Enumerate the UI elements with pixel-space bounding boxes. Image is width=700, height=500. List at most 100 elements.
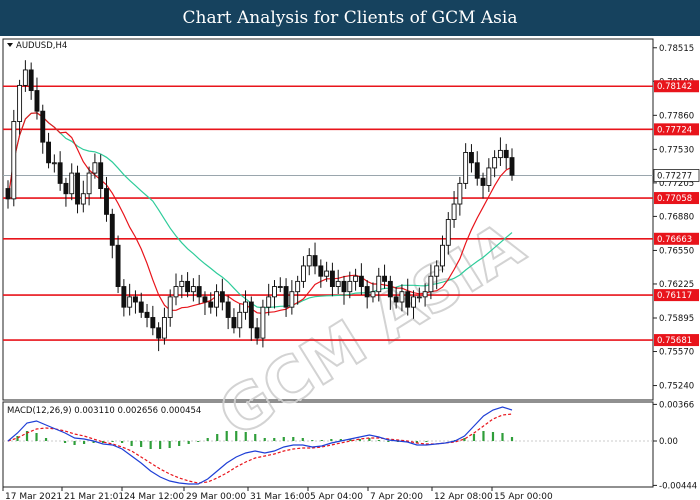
candle-body xyxy=(509,157,515,176)
candle-body xyxy=(144,311,150,318)
level-label: 0.77058 xyxy=(657,194,692,204)
level-label: 0.76117 xyxy=(657,291,692,301)
candle-body xyxy=(376,275,382,293)
level-label: 0.78142 xyxy=(657,82,692,92)
candle-body xyxy=(179,280,185,287)
candle-body xyxy=(335,280,341,287)
candle-body xyxy=(358,275,364,287)
candle-body xyxy=(185,280,191,293)
candle-body xyxy=(104,188,109,215)
candle-body xyxy=(341,280,347,293)
candle-body xyxy=(173,286,179,298)
candle-body xyxy=(57,162,63,184)
candle-body xyxy=(306,255,312,267)
candle-body xyxy=(80,193,86,205)
candle-body xyxy=(468,152,474,164)
time-tick-label: 21 Mar 21:01 xyxy=(64,492,124,500)
candle-body xyxy=(28,69,34,92)
candle-body xyxy=(46,141,52,164)
candle-body xyxy=(11,121,17,200)
candle-body xyxy=(277,286,283,288)
candle-body xyxy=(98,162,104,190)
candle-body xyxy=(272,286,277,298)
candle-body xyxy=(434,265,440,277)
candle-body xyxy=(266,296,272,308)
candle-body xyxy=(231,317,237,329)
time-tick-label: 29 Mar 00:00 xyxy=(186,492,246,500)
candle-body xyxy=(445,219,451,246)
time-tick-label: 31 Mar 16:00 xyxy=(250,492,310,500)
candle-body xyxy=(5,188,11,200)
candle-body xyxy=(497,149,503,159)
candle-body xyxy=(156,327,162,339)
candle-body xyxy=(283,286,289,308)
candle-body xyxy=(353,275,359,282)
candle-body xyxy=(225,301,231,318)
candle-body xyxy=(243,301,248,313)
candle-body xyxy=(411,296,416,308)
candle-body xyxy=(329,270,335,287)
candle-body xyxy=(196,286,202,298)
price-tick-label: 0.76880 xyxy=(659,212,694,222)
macd-tick-label: -0.00444 xyxy=(659,481,697,491)
candle-body xyxy=(51,162,57,165)
level-label: 0.76663 xyxy=(657,235,692,245)
candle-body xyxy=(115,244,121,287)
candle-body xyxy=(300,265,306,282)
candle-body xyxy=(492,157,498,169)
candle-body xyxy=(480,177,486,186)
time-tick-label: 17 Mar 2021 xyxy=(5,492,62,500)
time-tick-label: 7 Apr 20:00 xyxy=(370,492,423,500)
candle-body xyxy=(138,301,144,313)
candle-body xyxy=(428,275,434,293)
candle-body xyxy=(254,327,260,339)
candle-body xyxy=(190,286,196,293)
candle-body xyxy=(40,110,46,143)
level-label: 0.77724 xyxy=(657,125,692,135)
level-label: 0.75681 xyxy=(657,336,692,346)
candle-body xyxy=(405,291,411,308)
candle-body xyxy=(370,291,376,298)
price-tick-label: 0.76550 xyxy=(659,246,694,256)
candle-body xyxy=(312,255,318,267)
candle-body xyxy=(17,84,23,122)
candle-body xyxy=(393,296,399,303)
candle-body xyxy=(127,296,133,308)
candle-body xyxy=(451,203,457,220)
time-tick-label: 5 Apr 04:00 xyxy=(310,492,363,500)
candle-body xyxy=(416,296,422,299)
candle-body xyxy=(69,172,75,195)
candle-body xyxy=(457,182,463,205)
candle-body xyxy=(86,172,92,195)
candle-body xyxy=(219,291,225,303)
time-tick-label: 24 Mar 12:00 xyxy=(124,492,184,500)
candle-body xyxy=(92,162,98,174)
candle-body xyxy=(440,244,445,267)
price-tick-label: 0.77860 xyxy=(659,111,694,121)
price-tick-label: 0.75240 xyxy=(659,382,694,392)
candle-body xyxy=(132,296,138,303)
candle-body xyxy=(214,291,220,308)
candle-body xyxy=(422,291,428,298)
chart-area[interactable]: GCM ASIA 0.785150.781900.778600.775300.7… xyxy=(0,36,700,500)
candle-body xyxy=(347,280,353,293)
candle-body xyxy=(295,280,301,293)
candle-body xyxy=(486,167,492,186)
symbol-label: AUDUSD,H4 xyxy=(16,41,67,51)
macd-axis: 0.00366 0.00 -0.00444 xyxy=(653,400,697,491)
current-price-label: 0.77277 xyxy=(657,171,692,181)
candle-body xyxy=(63,182,69,195)
candle-body xyxy=(289,291,295,308)
price-tick-label: 0.78515 xyxy=(659,44,694,54)
candle-body xyxy=(324,270,330,277)
candle-body xyxy=(22,69,28,86)
candle-body xyxy=(208,301,214,308)
candle-body xyxy=(75,172,80,205)
candle-body xyxy=(364,286,370,298)
macd-tick-label: 0.00 xyxy=(659,437,678,447)
candle-body xyxy=(248,301,254,329)
time-tick-label: 12 Apr 08:00 xyxy=(434,492,493,500)
price-tick-label: 0.77530 xyxy=(659,145,694,155)
candle-body xyxy=(34,90,40,112)
candle-body xyxy=(503,149,509,159)
